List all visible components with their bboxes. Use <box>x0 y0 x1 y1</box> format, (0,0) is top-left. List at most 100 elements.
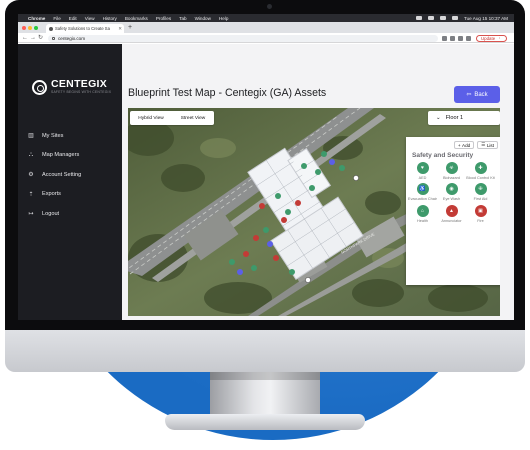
export-icon: ⇡ <box>28 191 34 198</box>
menu-item[interactable]: Edit <box>69 16 77 21</box>
stand-shadow <box>210 372 320 380</box>
add-asset-button[interactable]: + Add <box>453 141 475 149</box>
minimize-window-icon[interactable] <box>28 26 32 30</box>
satellite-map[interactable]: NORTHPARK DRIVE Hybrid View Street View … <box>128 108 500 316</box>
product-shot: Chrome File Edit View History Bookmarks … <box>0 0 530 450</box>
floor-select[interactable]: ⌄ Floor 1 <box>428 111 500 125</box>
list-label: List <box>486 142 494 148</box>
asset-label: Fire <box>477 218 484 223</box>
asset-annunciator[interactable]: ▲ Annunciator <box>437 204 466 223</box>
asset-health[interactable]: ⌂ Health <box>408 204 437 223</box>
asset-category-title: Safety and Security <box>412 152 474 159</box>
lock-icon <box>52 36 55 40</box>
sidebar-item-logout[interactable]: ↦ Logout <box>28 204 120 224</box>
asset-aed[interactable]: ♥ AED <box>408 162 437 180</box>
centegix-logo-mark <box>32 79 47 95</box>
bleeding-icon: ✚ <box>474 162 487 174</box>
floor-value: Floor 1 <box>445 115 464 121</box>
search-icon[interactable] <box>451 16 458 20</box>
asset-label: First Aid <box>473 197 488 202</box>
asset-label: Eye Wash <box>442 197 461 202</box>
menu-item[interactable]: Window <box>195 16 211 21</box>
hybrid-view-button[interactable]: Hybrid View <box>130 116 172 121</box>
browser-toolbar: ← → ↻ centegix.com Update ⋮ <box>18 33 514 43</box>
asset-evacuation-chair[interactable]: ♿ Evacuation Chair <box>408 183 437 201</box>
sidebar-item-account-setting[interactable]: ⚙ Account Setting <box>28 165 120 185</box>
screen: Chrome File Edit View History Bookmarks … <box>18 14 514 320</box>
monitor-stand-foot <box>165 414 365 430</box>
more-menu-icon: ⋮ <box>497 35 502 40</box>
favicon-icon <box>49 26 53 31</box>
logo-text: CENTEGIX <box>51 78 108 90</box>
menu-app-name[interactable]: Chrome <box>28 16 45 21</box>
annunciator-icon: ▲ <box>445 204 458 217</box>
back-arrow-icon: ⇦ <box>466 92 472 98</box>
wifi-icon[interactable] <box>439 16 446 20</box>
sidebar-item-my-sites[interactable]: ▥ My Sites <box>28 126 120 146</box>
back-button[interactable]: ⇦ Back <box>454 86 500 103</box>
address-bar[interactable]: centegix.com <box>48 34 438 42</box>
asset-first-aid[interactable]: ✙ First Aid <box>466 183 495 201</box>
keyboard-icon[interactable] <box>415 16 422 20</box>
asset-panel: + Add ☰ List Safety and Security ♥ AED ☣… <box>406 137 500 285</box>
back-arrow-icon[interactable]: ← <box>22 34 28 42</box>
bookmark-star-icon[interactable] <box>450 35 455 41</box>
close-window-icon[interactable] <box>22 26 26 30</box>
list-view-button[interactable]: ☰ List <box>477 141 498 149</box>
gear-icon: ⚙ <box>28 172 34 179</box>
back-button-label: Back <box>474 91 488 98</box>
asset-blood-control-kit[interactable]: ✚ Blood Control Kit <box>466 162 495 180</box>
biohazard-icon: ☣ <box>445 162 458 174</box>
battery-icon[interactable] <box>427 16 434 20</box>
menu-item[interactable]: Tab <box>179 16 186 21</box>
menu-item[interactable]: Bookmarks <box>125 16 148 21</box>
update-button[interactable]: Update ⋮ <box>476 34 507 42</box>
logo-tagline: SAFETY BEGINS WITH CENTEGIX <box>51 90 112 94</box>
browser-tab[interactable]: Safety Solutions to Create Sa ✕ <box>46 24 124 33</box>
asset-eye-wash[interactable]: ◉ Eye Wash <box>437 183 466 201</box>
menu-clock[interactable]: Tue Aug 15 10:37 AM <box>464 16 508 21</box>
menu-item[interactable]: Profiles <box>156 16 171 21</box>
browser-tab-strip: Safety Solutions to Create Sa ✕ + <box>18 22 514 33</box>
reload-icon[interactable]: ↻ <box>38 34 43 42</box>
sidebar-item-map-managers[interactable]: ⛬ Map Managers <box>28 146 120 166</box>
chevron-down-icon: ⌄ <box>436 115 441 121</box>
heart-icon: ♥ <box>416 162 429 174</box>
menu-item[interactable]: File <box>53 16 60 21</box>
new-tab-button[interactable]: + <box>128 24 132 32</box>
asset-biohazard[interactable]: ☣ Biohazard <box>437 162 466 180</box>
sidebar-nav: ▥ My Sites ⛬ Map Managers ⚙ Account Sett… <box>28 126 120 224</box>
wheelchair-icon: ♿ <box>416 183 429 196</box>
asset-label: Health <box>417 218 428 223</box>
asset-label: Annunciator <box>441 218 462 223</box>
menu-item[interactable]: View <box>85 16 95 21</box>
logo-wordmark: CENTEGIX SAFETY BEGINS WITH CENTEGIX <box>51 79 111 95</box>
profile-icon[interactable] <box>466 35 471 41</box>
close-tab-icon[interactable]: ✕ <box>118 26 122 32</box>
extensions-icon[interactable] <box>458 35 463 41</box>
share-icon[interactable] <box>442 35 447 41</box>
forward-arrow-icon[interactable]: → <box>30 34 36 42</box>
sidebar-item-label: My Sites <box>42 132 64 139</box>
logout-icon: ↦ <box>28 211 34 218</box>
sidebar-item-exports[interactable]: ⇡ Exports <box>28 185 120 205</box>
users-icon: ⛬ <box>28 151 34 158</box>
asset-label: Blood Control Kit <box>466 176 495 180</box>
menu-item[interactable]: Help <box>219 16 228 21</box>
building-icon: ▥ <box>28 133 34 140</box>
menu-item[interactable]: History <box>103 16 117 21</box>
plus-icon: + <box>457 142 461 148</box>
health-icon: ⌂ <box>416 204 429 217</box>
first-aid-icon: ✙ <box>474 183 487 196</box>
camera-dot <box>267 4 272 9</box>
street-view-button[interactable]: Street View <box>172 116 214 121</box>
add-label: Add <box>462 142 471 148</box>
asset-fire[interactable]: ▣ Fire <box>466 204 495 223</box>
asset-grid: ♥ AED ☣ Biohazard ✚ Blood Control Kit ♿ … <box>408 162 496 223</box>
fire-icon: ▣ <box>474 204 487 217</box>
zoom-window-icon[interactable] <box>34 26 38 30</box>
sidebar-item-label: Logout <box>42 210 60 217</box>
sidebar-item-label: Exports <box>42 191 61 198</box>
centegix-logo[interactable]: CENTEGIX SAFETY BEGINS WITH CENTEGIX <box>32 76 112 98</box>
page-title: Blueprint Test Map - Centegix (GA) Asset… <box>128 87 327 99</box>
